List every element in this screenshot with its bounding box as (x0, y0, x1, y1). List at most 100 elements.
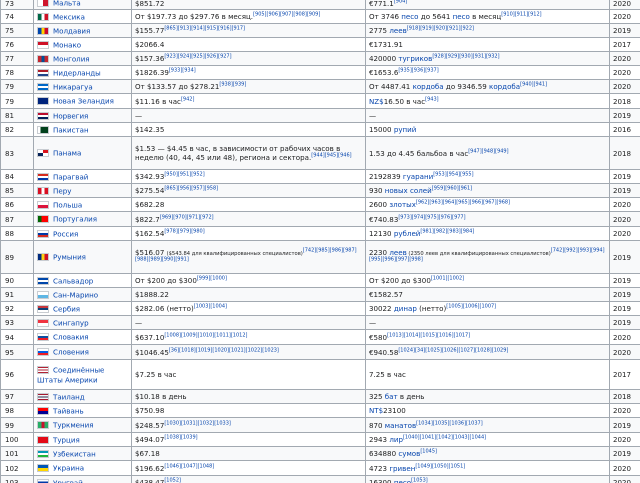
country-link[interactable]: Монголия (53, 54, 90, 63)
country-link[interactable]: Польша (53, 200, 82, 209)
currency-link[interactable]: NZ$ (369, 97, 384, 106)
reference-links[interactable]: [1001][1002] (431, 276, 464, 282)
reference-links[interactable]: [1045] (420, 449, 437, 455)
currency-link[interactable]: кордоба (489, 82, 520, 91)
reference-links[interactable]: [950][951][952] (164, 172, 204, 178)
reference-links[interactable]: [923][924][925][926][927] (164, 54, 231, 60)
country-link[interactable]: Сальвадор (53, 276, 93, 285)
reference-links[interactable]: [947][948][949] (468, 148, 508, 154)
reference-links[interactable]: [1024][34][1025][1026][1027][1028][1029] (398, 347, 508, 353)
reference-links[interactable]: [981][982][983][984] (420, 229, 474, 235)
reference-links[interactable]: [904] (394, 0, 407, 4)
reference-links[interactable]: [1013][1014][1015][1016][1017] (387, 332, 470, 338)
currency-link[interactable]: леев (389, 248, 406, 257)
country-link[interactable]: Туркмения (53, 421, 94, 430)
country-link[interactable]: Сербия (53, 304, 80, 313)
country-link[interactable]: Сингапур (53, 318, 89, 327)
reference-links[interactable]: [905][906][907][908][909] (253, 12, 320, 18)
currency-link[interactable]: динар (394, 304, 417, 313)
country-link[interactable]: Румыния (53, 253, 86, 262)
reference-links[interactable]: [969][970][971][972] (160, 214, 214, 220)
reference-links[interactable]: [918][919][920][921][922] (407, 26, 474, 32)
reference-links[interactable]: [1005][1006][1007] (446, 304, 496, 310)
reference-links[interactable]: [1008][1009][1010][1011][1012] (164, 332, 247, 338)
country-link[interactable]: Словакия (53, 333, 89, 342)
reference-links[interactable]: [944][945][946] (311, 153, 351, 159)
table-row: 78 Нидерланды $1826.39[933][934] €1653.6[93… (0, 65, 640, 80)
country-link[interactable]: Мексика (53, 12, 85, 21)
currency-link[interactable]: гривен (389, 464, 415, 473)
currency-link[interactable]: песо (394, 478, 411, 483)
wage-local-cell: €771.1[904] (365, 0, 610, 10)
reference-links[interactable]: [928][929][930][931][932] (432, 54, 499, 60)
reference-links[interactable]: [1046][1047][1048] (164, 463, 214, 469)
currency-link[interactable]: рупий (394, 125, 417, 134)
currency-link[interactable]: бат (385, 392, 398, 401)
reference-links[interactable]: [940][941] (520, 82, 547, 88)
country-link[interactable]: Парагвай (53, 172, 88, 181)
currency-link[interactable]: новых солей (385, 186, 432, 195)
country-link[interactable]: Монако (53, 40, 81, 49)
reference-links[interactable]: [935][936][937] (398, 68, 438, 74)
country-link[interactable]: Турция (53, 435, 80, 444)
reference-links[interactable]: [910][911][912] (501, 12, 541, 18)
currency-link[interactable]: рублей (394, 229, 421, 238)
country-link[interactable]: Россия (53, 229, 78, 238)
reference-links[interactable]: [1052] (164, 478, 181, 483)
country-link[interactable]: Норвегия (53, 111, 88, 120)
wage-usd-value: $682.28 (135, 200, 165, 209)
country-cell: Соединённые Штаты Америки (33, 359, 132, 390)
currency-link[interactable]: NT$ (369, 406, 383, 415)
country-link[interactable]: Уругвай (53, 478, 83, 483)
country-link[interactable]: Сан-Марино (53, 290, 98, 299)
currency-link[interactable]: манатов (385, 421, 416, 430)
reference-links[interactable]: [973][974][975][976][977] (398, 214, 465, 220)
currency-link[interactable]: лир (389, 435, 403, 444)
currency-link[interactable]: леев (389, 26, 406, 35)
currency-link[interactable]: кордоба (413, 82, 444, 91)
country-link[interactable]: Украина (53, 464, 84, 473)
reference-links[interactable]: [1053] (411, 478, 428, 483)
country-link[interactable]: Словения (53, 348, 89, 357)
reference-links[interactable]: [1040][1041][1042][1043][1044] (403, 435, 486, 441)
country-link[interactable]: Пакистан (53, 125, 89, 134)
currency-link[interactable]: песо (453, 12, 470, 21)
reference-links[interactable]: [1049][1050][1051] (415, 463, 465, 469)
reference-links[interactable]: [962][963][964][965][966][967][968] (416, 200, 510, 206)
country-link[interactable]: Нидерланды (53, 68, 101, 77)
reference-links[interactable]: [938][939] (219, 82, 246, 88)
country-link[interactable]: Португалия (53, 215, 97, 224)
currency-link[interactable]: тугриков (398, 54, 432, 63)
country-link[interactable]: Таиланд (53, 392, 85, 401)
country-link[interactable]: Тайвань (53, 406, 84, 415)
country-link[interactable]: Перу (53, 186, 71, 195)
reference-links[interactable]: [1034][1035][1036][1037] (416, 420, 483, 426)
wage-usd-value: $275.54 (135, 186, 165, 195)
currency-link[interactable]: злотых (389, 200, 416, 209)
wage-local-value: 7.25 в час (369, 370, 406, 379)
reference-links[interactable]: [953][954][955] (433, 172, 473, 178)
reference-links[interactable]: [1030][1031][1032][1033] (164, 420, 231, 426)
reference-links[interactable]: [999][1000] (197, 276, 227, 282)
currency-link[interactable]: гуарани (403, 172, 433, 181)
currency-link[interactable]: сумов (398, 449, 420, 458)
reference-links[interactable]: [933][934] (169, 68, 196, 74)
country-link[interactable]: Панама (53, 149, 81, 158)
country-link[interactable]: Новая Зеландия (53, 97, 114, 106)
reference-links[interactable]: [943] (425, 96, 438, 102)
table-row: 85 Перу $275.54[865][956][957][958] 930 нов… (0, 183, 640, 198)
reference-links[interactable]: [865][956][957][958] (164, 186, 218, 192)
reference-links[interactable]: [1003][1004] (194, 304, 227, 310)
country-link[interactable]: Молдавия (53, 26, 90, 35)
reference-links[interactable]: [1038][1039] (164, 435, 197, 441)
country-link[interactable]: Мальта (53, 0, 81, 8)
reference-links[interactable]: [959][960][961] (432, 186, 472, 192)
country-link[interactable]: Узбекистан (53, 449, 96, 458)
reference-links[interactable]: [865][913][914][915][916][917] (164, 26, 245, 32)
reference-links[interactable]: [942] (181, 96, 194, 102)
rank-cell: 96 (0, 359, 34, 390)
country-link[interactable]: Никарагуа (53, 82, 93, 91)
reference-links[interactable]: [978][979][980] (164, 229, 204, 235)
reference-links[interactable]: [36][1018][1019][1020][1021][1022][1023] (169, 347, 279, 353)
currency-link[interactable]: песо (401, 12, 418, 21)
